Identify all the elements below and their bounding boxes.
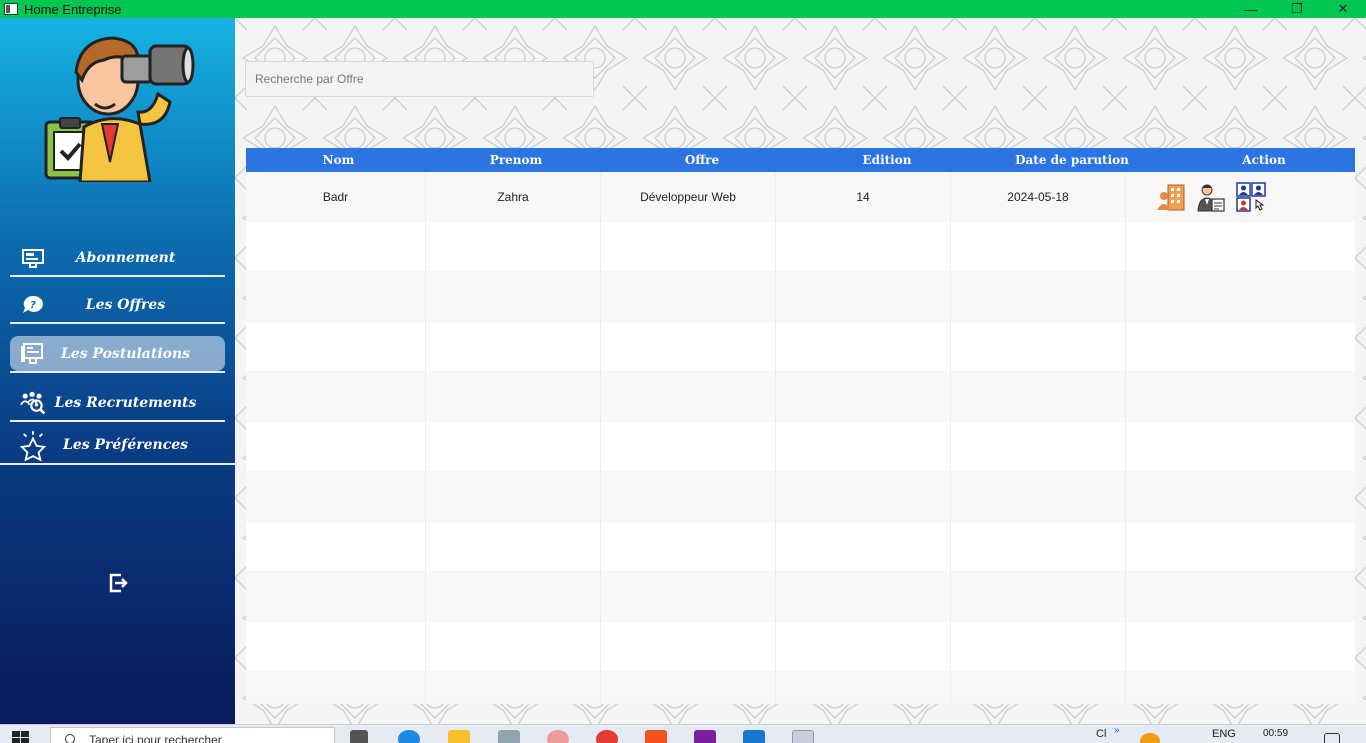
divider (0, 463, 235, 465)
column-header-date[interactable]: Date de parution (971, 148, 1173, 172)
applications-icon (20, 342, 46, 366)
cell-actions (1126, 172, 1355, 222)
table-row (246, 672, 1355, 704)
sidebar-item-label: Les Recrutements (54, 395, 197, 411)
sidebar-item-postulations[interactable]: Les Postulations (10, 336, 225, 371)
title-bar: Home Entreprise — ❐ ✕ (0, 0, 1366, 18)
tray-weather-text: Cl (1096, 728, 1107, 740)
column-header-action[interactable]: Action (1173, 148, 1355, 172)
language-indicator[interactable]: ENG (1212, 728, 1236, 740)
cell-prenom: Zahra (426, 172, 601, 222)
search-input[interactable] (245, 61, 594, 97)
column-header-edition[interactable]: Edition (803, 148, 971, 172)
windows-start-icon[interactable] (12, 731, 32, 743)
star-icon (20, 431, 46, 461)
weather-icon[interactable] (1140, 733, 1160, 743)
java-app-icon[interactable] (792, 730, 814, 743)
app-icon[interactable] (645, 730, 667, 743)
cell-date: 2024-05-18 (951, 172, 1126, 222)
chevron-icon[interactable]: » (1114, 725, 1120, 736)
sidebar-item-preferences[interactable]: Les Préférences (10, 427, 225, 463)
cell-edition: 14 (776, 172, 951, 222)
building-person-icon[interactable] (1156, 182, 1186, 212)
column-header-nom[interactable]: Nom (246, 148, 431, 172)
sidebar-item-abonnement[interactable]: Abonnement (10, 240, 225, 276)
table-row (246, 322, 1355, 372)
taskbar: Taper ici pour rechercher Cl » ENG 00:59 (0, 724, 1366, 743)
close-button[interactable]: ✕ (1320, 0, 1366, 18)
clock[interactable]: 00:59 (1263, 728, 1288, 739)
logout-icon[interactable] (108, 571, 128, 595)
paint-icon[interactable] (547, 730, 569, 743)
table-row (246, 222, 1355, 272)
table-row (246, 372, 1355, 422)
subscription-icon (20, 246, 46, 270)
sidebar-item-label: Les Préférences (62, 437, 189, 453)
sidebar-item-offres[interactable]: ? Les Offres (10, 287, 225, 323)
minimize-button[interactable]: — (1228, 0, 1274, 18)
column-header-offre[interactable]: Offre (601, 148, 803, 172)
binoculars-person-logo (44, 36, 195, 182)
sidebar: Abonnement ? Les Offres Les Postulations… (0, 18, 235, 724)
sidebar-item-label: Les Offres (85, 297, 166, 313)
file-explorer-icon[interactable] (448, 730, 470, 743)
table-row (246, 272, 1355, 322)
notifications-icon[interactable] (1324, 733, 1340, 743)
question-bubble-icon: ? (20, 293, 46, 317)
table-row (246, 572, 1355, 622)
divider (10, 322, 225, 324)
divider (10, 420, 225, 422)
table-row[interactable]: Badr Zahra Développeur Web 14 2024-05-18 (246, 172, 1355, 222)
profiles-grid-icon[interactable] (1236, 182, 1266, 212)
chrome-icon[interactable] (596, 730, 618, 743)
window-title: Home Entreprise (24, 1, 122, 17)
search-icon (65, 734, 75, 743)
task-view-icon[interactable] (350, 730, 368, 743)
vscode-icon[interactable] (743, 730, 765, 743)
sidebar-item-recrutements[interactable]: Les Recrutements (10, 385, 225, 421)
table-row (246, 622, 1355, 672)
column-header-prenom[interactable]: Prenom (431, 148, 601, 172)
divider (10, 371, 225, 373)
restore-button[interactable]: ❐ (1274, 0, 1320, 18)
taskbar-search-text: Taper ici pour rechercher (89, 733, 222, 743)
postulations-table: Nom Prenom Offre Edition Date de parutio… (246, 148, 1355, 704)
cell-offre: Développeur Web (601, 172, 776, 222)
table-header: Nom Prenom Offre Edition Date de parutio… (246, 148, 1355, 172)
sidebar-item-label: Les Postulations (60, 345, 191, 362)
cell-nom: Badr (246, 172, 426, 222)
notepad-icon[interactable] (498, 730, 520, 743)
main-panel: Nom Prenom Offre Edition Date de parutio… (235, 18, 1366, 724)
intellij-icon[interactable] (694, 730, 716, 743)
sidebar-item-label: Abonnement (75, 250, 176, 266)
table-row (246, 422, 1355, 472)
person-document-icon[interactable] (1196, 182, 1226, 212)
window-controls: — ❐ ✕ (1228, 0, 1366, 18)
edge-icon[interactable] (398, 730, 420, 743)
taskbar-search[interactable]: Taper ici pour rechercher (50, 727, 335, 743)
app-icon (4, 3, 18, 15)
divider (10, 275, 225, 277)
table-row (246, 522, 1355, 572)
table-row (246, 472, 1355, 522)
svg-text:?: ? (30, 300, 36, 311)
recruitment-icon (20, 391, 46, 415)
